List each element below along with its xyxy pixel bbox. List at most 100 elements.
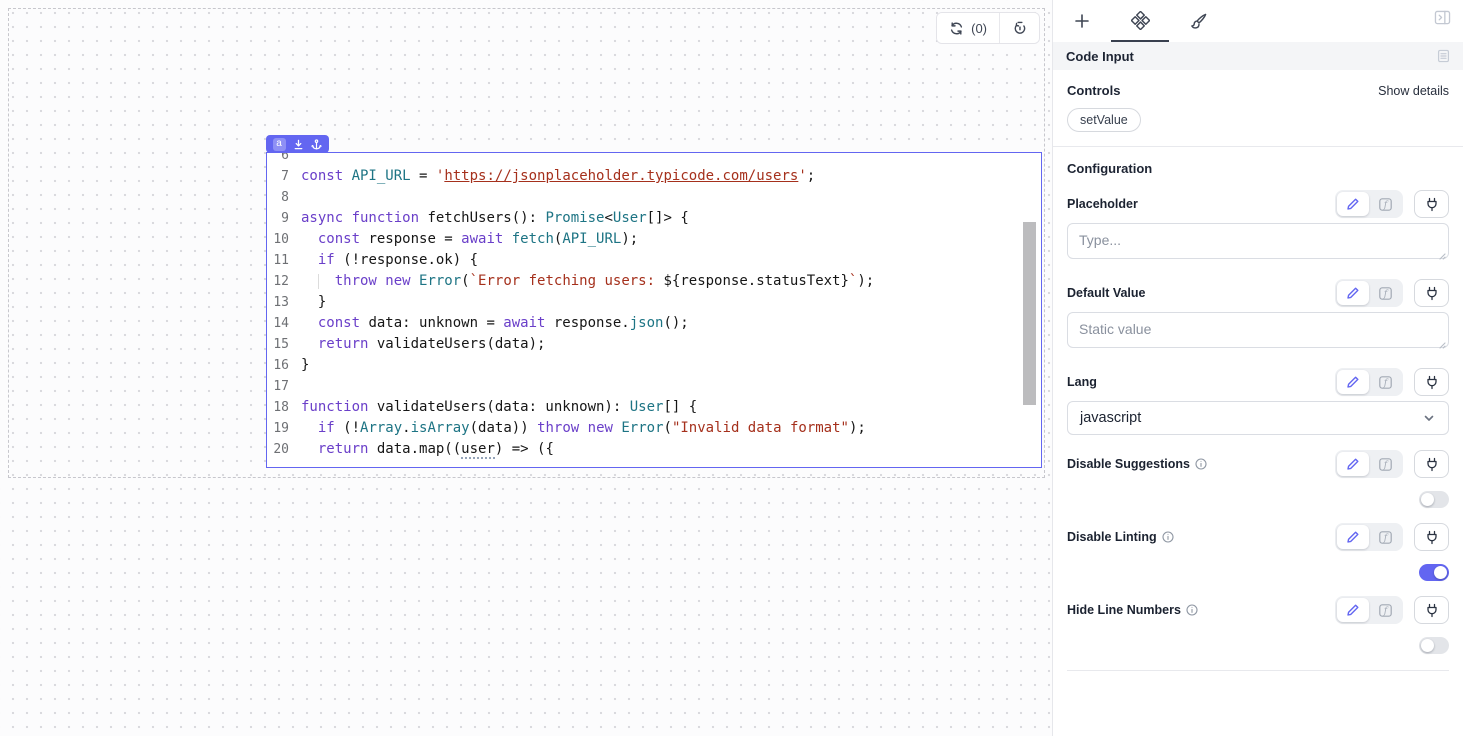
tab-component-style[interactable] [1169,0,1227,42]
connect-input-button[interactable] [1414,450,1449,478]
field-label: Lang [1067,375,1097,389]
svg-text:f: f [1382,460,1388,470]
input-mode-segment: f [1335,523,1403,551]
code-editor[interactable]: 67891011121314151617181920 const API_URL… [267,153,1041,467]
line-number: 7 [267,166,289,187]
canvas[interactable]: (0) a 67891011121 [0,0,1052,736]
code-line[interactable]: const API_URL = 'https://jsonplaceholder… [301,166,874,187]
edit-mode-button[interactable] [1337,370,1369,394]
line-number: 16 [267,355,289,376]
info-icon[interactable] [1195,458,1207,470]
svg-text:f: f [1382,200,1388,210]
section-divider [1067,670,1449,671]
connect-input-button[interactable] [1414,279,1449,307]
components-icon [1131,11,1150,30]
lang-select[interactable]: javascript [1067,401,1449,435]
svg-text:f: f [1382,289,1388,299]
expression-mode-button[interactable]: f [1369,370,1401,394]
widget-id-badge: a [273,138,286,151]
code-line[interactable]: const data: unknown = await response.jso… [301,313,874,334]
expression-mode-button[interactable]: f [1369,281,1401,305]
code-line[interactable]: } [301,292,874,313]
expression-mode-button[interactable]: f [1369,598,1401,622]
code-line[interactable]: function validateUsers(data: unknown): U… [301,397,874,418]
code-line[interactable]: if (!Array.isArray(data)) throw new Erro… [301,418,874,439]
show-details-button[interactable]: Show details [1378,84,1449,98]
code-line[interactable]: if (!response.ok) { [301,250,874,271]
edit-mode-button[interactable] [1337,192,1369,216]
refresh-button[interactable]: (0) [937,13,999,43]
line-number: 9 [267,208,289,229]
chevron-down-icon [1422,411,1436,425]
properties-panel: Code Input Controls Show details setValu… [1052,0,1463,736]
field-label: Default Value [1067,286,1146,300]
disable-suggestions-toggle[interactable] [1419,491,1449,508]
svg-text:f: f [1382,378,1388,388]
code-input-widget[interactable]: a 67891011121314151617181920 const API_U… [266,152,1042,468]
field-label: Placeholder [1067,197,1138,211]
code-line[interactable]: return data.map((user) => ({ [301,439,874,460]
field-label: Hide Line Numbers [1067,603,1181,617]
disable-linting-toggle[interactable] [1419,564,1449,581]
refresh-count: (0) [971,21,987,36]
connect-input-button[interactable] [1414,596,1449,624]
svg-text:f: f [1382,533,1388,543]
code-line[interactable]: async function fetchUsers(): Promise<Use… [301,208,874,229]
edit-mode-button[interactable] [1337,281,1369,305]
info-icon[interactable] [1186,604,1198,616]
svg-text:f: f [1382,606,1388,616]
history-button[interactable] [1000,13,1039,43]
field-hide-line-numbers: Hide Line Numbers f [1067,596,1449,654]
input-mode-segment: f [1335,596,1403,624]
field-default-value: Default Value f [1067,279,1449,353]
code-lines[interactable]: const API_URL = 'https://jsonplaceholder… [294,153,874,467]
edit-mode-button[interactable] [1337,525,1369,549]
editor-scrollbar[interactable] [1023,222,1036,405]
line-number: 6 [267,153,289,166]
line-number: 11 [267,250,289,271]
placeholder-input[interactable] [1067,223,1449,259]
selected-widget-title: Code Input [1066,49,1134,64]
code-line[interactable]: } [301,355,874,376]
lang-select-value: javascript [1080,410,1141,426]
code-line[interactable]: const response = await fetch(API_URL); [301,229,874,250]
line-number: 20 [267,439,289,460]
anchor-icon[interactable] [311,139,322,150]
edit-mode-button[interactable] [1337,452,1369,476]
tab-component-settings[interactable] [1111,0,1169,42]
configuration-section: Configuration Placeholder f [1053,147,1463,685]
move-down-icon[interactable] [293,139,304,150]
plus-icon [1073,12,1091,30]
info-icon[interactable] [1162,531,1174,543]
line-number: 19 [267,418,289,439]
connect-input-button[interactable] [1414,523,1449,551]
line-number: 18 [267,397,289,418]
code-line[interactable] [301,187,874,208]
expression-mode-button[interactable]: f [1369,192,1401,216]
line-number: 13 [267,292,289,313]
field-placeholder: Placeholder f [1067,190,1449,264]
edit-mode-button[interactable] [1337,598,1369,622]
default-value-input[interactable] [1067,312,1449,348]
collapse-panel-icon[interactable] [1434,10,1451,25]
hide-line-numbers-toggle[interactable] [1419,637,1449,654]
code-line[interactable]: throw new Error(`Error fetching users: $… [301,271,874,292]
connect-input-button[interactable] [1414,190,1449,218]
connect-input-button[interactable] [1414,368,1449,396]
expression-mode-button[interactable]: f [1369,452,1401,476]
doc-icon[interactable] [1437,49,1450,63]
controls-title: Controls [1067,83,1120,98]
panel-tabbar [1053,0,1463,42]
selected-widget-header: Code Input [1053,42,1463,70]
tab-add-component[interactable] [1053,0,1111,42]
canvas-toolbar: (0) [936,12,1040,44]
code-line[interactable] [301,376,874,397]
widget-selection-chip[interactable]: a [266,135,329,153]
expression-mode-button[interactable]: f [1369,525,1401,549]
code-line[interactable] [301,153,874,166]
code-line[interactable]: return validateUsers(data); [301,334,874,355]
line-number: 10 [267,229,289,250]
setvalue-method-chip[interactable]: setValue [1067,108,1141,132]
brush-icon [1189,12,1208,31]
input-mode-segment: f [1335,190,1403,218]
